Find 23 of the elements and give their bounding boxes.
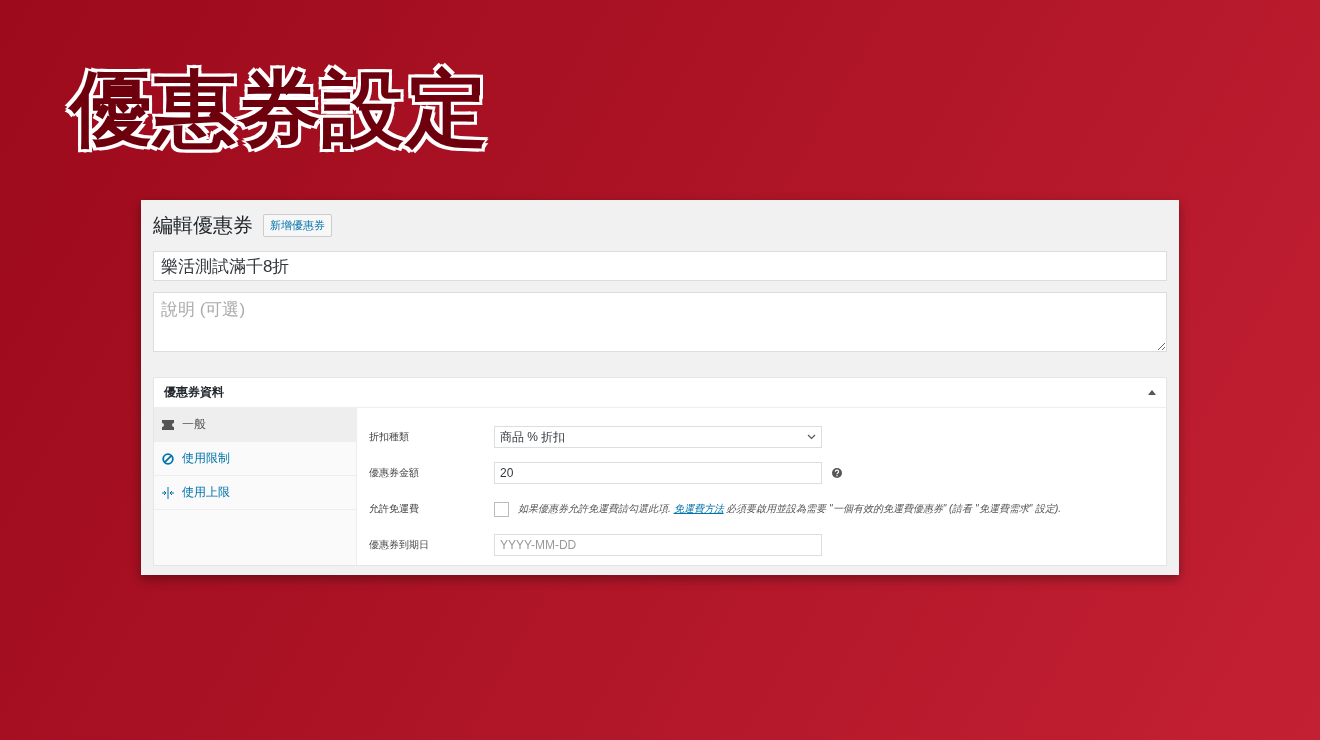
- discount-type-select[interactable]: 商品 % 折扣: [494, 426, 822, 449]
- ticket-icon: [162, 419, 174, 430]
- shipping-method-link[interactable]: 免運費方法: [673, 503, 724, 515]
- description-field[interactable]: 說明 (可選): [153, 292, 1167, 353]
- checkbox[interactable]: [494, 501, 509, 517]
- prohibited-icon: [162, 452, 174, 465]
- add-coupon-button[interactable]: 新增優惠券: [263, 214, 332, 238]
- triangle-up-icon[interactable]: [1148, 390, 1156, 396]
- page-heading: 編輯優惠券: [153, 213, 253, 239]
- field-label: 優惠券金額: [369, 466, 420, 481]
- banner-title: 優惠券設定: [70, 64, 490, 155]
- help-icon[interactable]: [832, 468, 842, 479]
- date-input[interactable]: YYYY-MM-DD: [494, 534, 822, 557]
- sidebar-tab[interactable]: 一般: [154, 408, 356, 443]
- chevron-down-icon: [807, 434, 816, 441]
- amount-input[interactable]: 20: [494, 462, 822, 485]
- title-input[interactable]: 樂活測試滿千8折: [153, 251, 1167, 282]
- field-label: 折扣種類: [369, 430, 410, 445]
- free-shipping-note: 如果優惠券允許免運費請勾選此項. 免運費方法 必須要啟用並設為需要 "一個有效的免運費優惠券" (請看 "免運費需求" 設定).: [518, 502, 1062, 517]
- field-label: 優惠券到期日: [369, 538, 430, 553]
- field-label: 允許免運費: [369, 502, 420, 517]
- box-title: 優惠券資料: [164, 384, 224, 402]
- arrows-in-icon: [162, 486, 174, 499]
